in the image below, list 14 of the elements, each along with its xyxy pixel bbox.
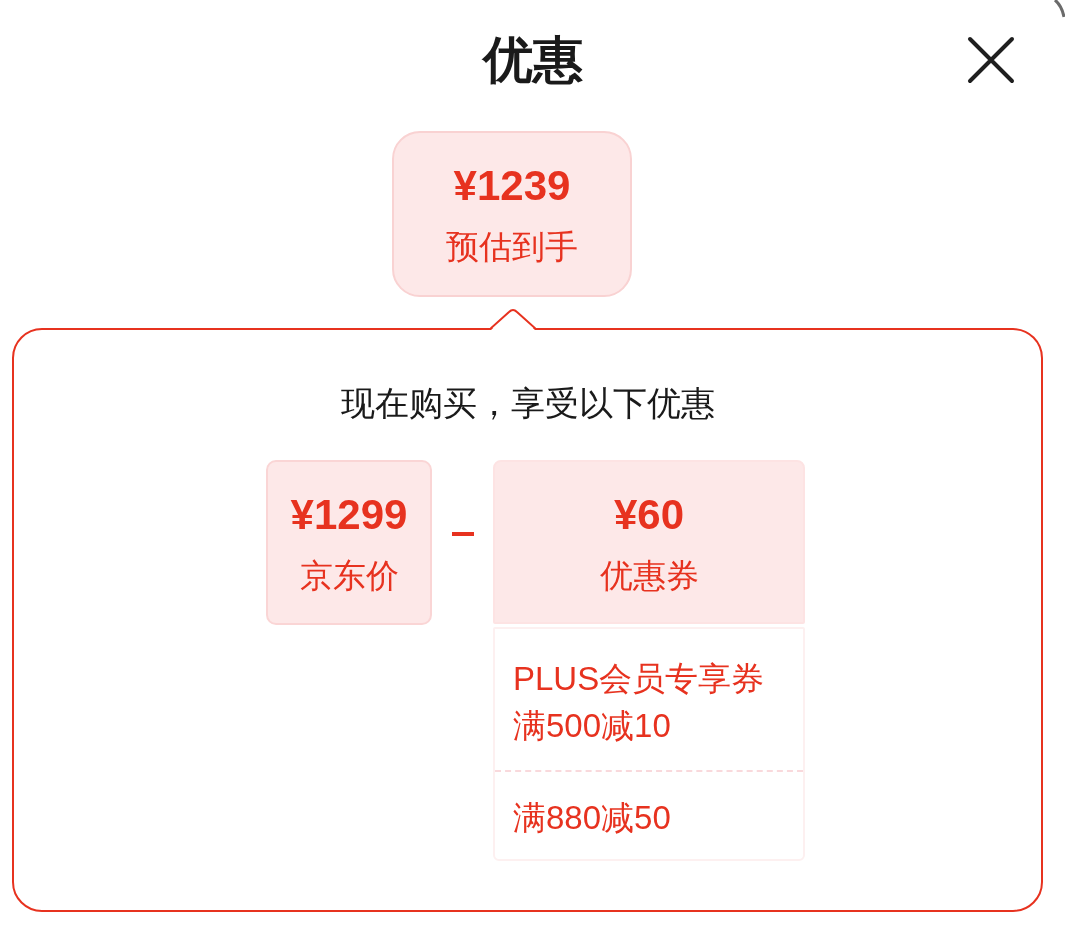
estimated-price: ¥1239	[453, 161, 571, 211]
minus-icon	[452, 532, 474, 536]
close-button[interactable]	[967, 36, 1015, 84]
coupon-total-label: 优惠券	[599, 556, 699, 596]
dialog-title: 优惠	[482, 31, 583, 90]
panel-heading: 现在购买，享受以下优惠	[339, 383, 716, 424]
coupon-name: PLUS会员专享券	[513, 659, 765, 699]
estimated-price-label: 预估到手	[446, 227, 578, 267]
list-price-label: 京东价	[299, 556, 399, 596]
coupon-rule: 满500减10	[513, 706, 671, 746]
coupon-rule: 满880减50	[513, 798, 671, 838]
coupon-total-amount: ¥60	[613, 490, 685, 540]
arc-icon	[1053, 0, 1065, 18]
list-price-amount: ¥1299	[290, 490, 408, 540]
